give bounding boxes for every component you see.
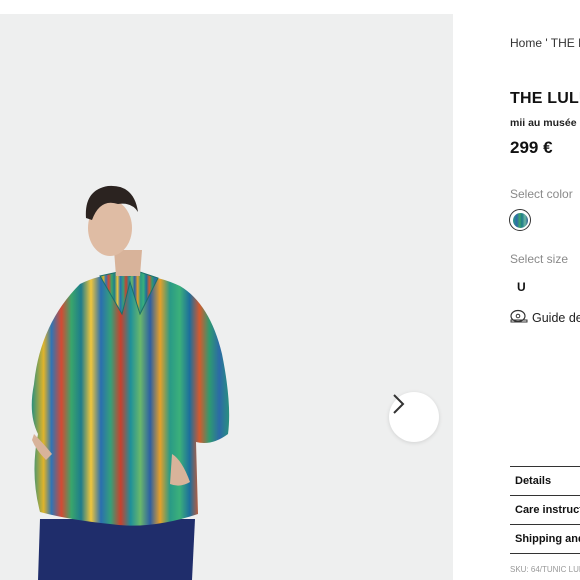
breadcrumb[interactable]: Home ' THE LULU <box>510 36 580 50</box>
model-illustration <box>31 185 230 580</box>
select-size-label: Select size <box>510 252 569 266</box>
size-guide-label: Guide des tailles <box>532 310 580 325</box>
brand-name[interactable]: mii au musée <box>510 117 577 129</box>
product-details-panel: Home ' THE LULU THE LULU mii au musée 29… <box>453 0 580 580</box>
product-price: 299 € <box>510 138 553 157</box>
select-color-label: Select color <box>510 187 573 201</box>
color-swatch-fill <box>512 212 528 228</box>
product-image <box>0 14 453 580</box>
accordion-care[interactable]: Care instructions <box>510 495 580 524</box>
size-guide-link[interactable]: Guide des tailles <box>510 309 580 326</box>
accordion-divider <box>510 553 580 554</box>
accordion-details[interactable]: Details <box>510 466 580 495</box>
size-option-u[interactable]: U <box>517 280 526 294</box>
color-swatch[interactable] <box>509 209 531 231</box>
product-title: THE LULU <box>510 90 580 107</box>
accordion-shipping[interactable]: Shipping and returns <box>510 524 580 553</box>
sku-text: SKU: 64/TUNIC LULU <box>510 565 580 574</box>
next-image-button[interactable] <box>389 392 439 442</box>
tape-measure-icon <box>510 309 528 326</box>
